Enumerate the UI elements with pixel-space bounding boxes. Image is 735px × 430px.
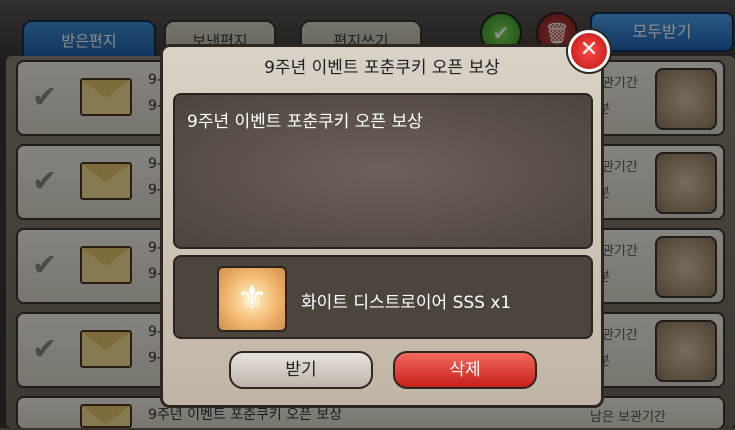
delete-button[interactable]: 삭제 xyxy=(393,351,537,389)
reward-dialog: 9주년 이벤트 포춘쿠키 오픈 보상 9주년 이벤트 포춘쿠키 오픈 보상 ⚜ … xyxy=(160,44,604,408)
dialog-title: 9주년 이벤트 포춘쿠키 오픈 보상 xyxy=(264,58,500,78)
receive-button[interactable]: 받기 xyxy=(229,351,373,389)
message-box: 9주년 이벤트 포춘쿠키 오픈 보상 xyxy=(173,93,593,249)
reward-text: 화이트 디스트로이어 SSS x1 xyxy=(301,293,512,313)
close-icon[interactable]: ✕ xyxy=(568,30,610,72)
reward-box: ⚜ 화이트 디스트로이어 SSS x1 xyxy=(173,255,593,339)
message-text: 9주년 이벤트 포춘쿠키 오픈 보상 xyxy=(187,112,423,132)
white-destroyer-item-icon: ⚜ xyxy=(217,266,287,332)
